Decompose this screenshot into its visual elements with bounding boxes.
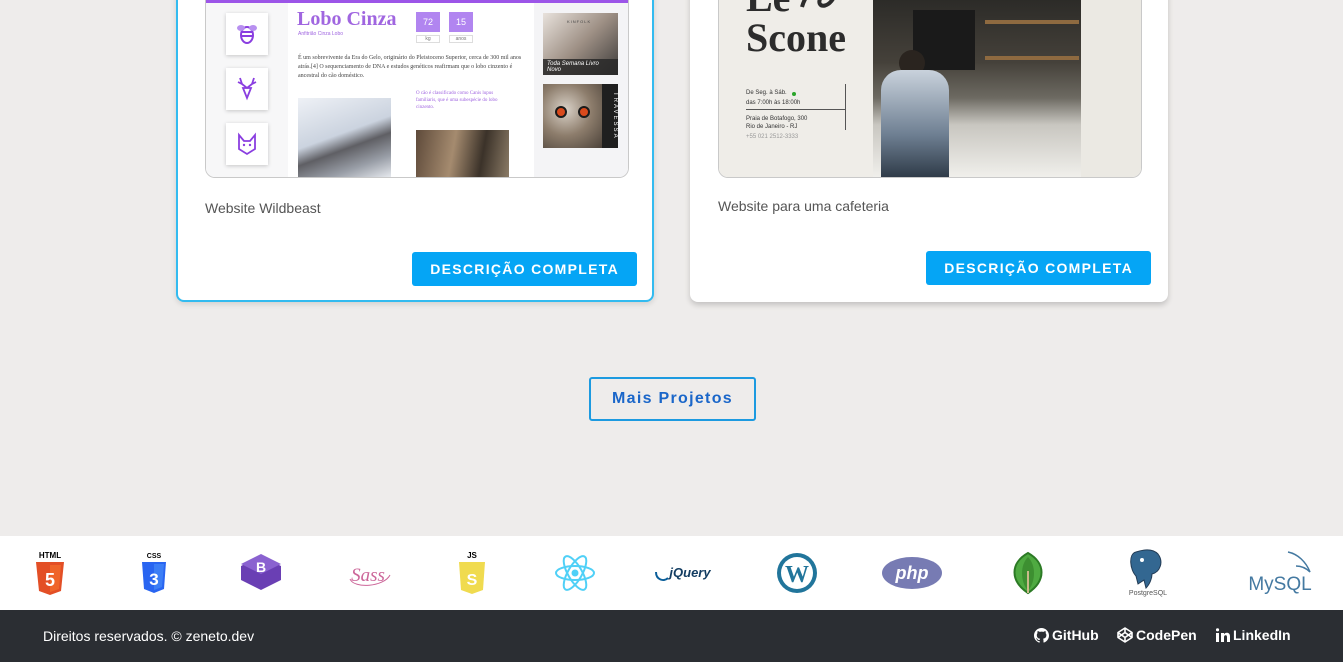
book-image-caption: Toda Semana Livro Novo [543, 59, 618, 75]
shelf [985, 56, 1079, 60]
shelf [985, 20, 1079, 24]
book-image-label: KINFOLK [567, 19, 592, 24]
github-link[interactable]: GitHub [1034, 627, 1099, 643]
sass-icon: Sass [344, 536, 394, 610]
jquery-label: jQuery [667, 565, 711, 580]
project-caption: Website para uma cafeteria [718, 198, 889, 214]
mysql-icon: MySQL [1248, 536, 1318, 610]
stat-weight-label: kg [416, 35, 440, 43]
deer-icon [226, 68, 268, 110]
css3-label: CSS [147, 553, 162, 560]
postgresql-icon: PostgreSQL [1120, 536, 1176, 610]
thumbnail-purple-text: O cão é classificado como Canis lupus fa… [416, 91, 498, 110]
divider [746, 109, 846, 110]
svg-text:3: 3 [149, 570, 158, 589]
bootstrap-label: B [256, 559, 266, 575]
project-card-cafeteria[interactable]: Le Scone De Seg. à Sáb. das 7:00h às 18:… [690, 0, 1168, 302]
cafe-photo [873, 0, 1081, 177]
owl-image: TRAVESSA [543, 84, 618, 148]
thumbnail-sidebar [206, 3, 288, 177]
hours-line-2: das 7:00h às 18:00h [746, 100, 801, 106]
stat-age-value: 15 [449, 12, 473, 32]
css3-icon: CSS 3 [132, 536, 176, 610]
footer: Direitos reservados. © zeneto.dev GitHub… [0, 610, 1343, 662]
address-line-2: Rio de Janeiro - RJ [746, 124, 798, 130]
cat-icon [226, 123, 268, 165]
codepen-label: CodePen [1136, 627, 1197, 643]
svg-text:S: S [467, 572, 478, 589]
owl-eye [578, 106, 590, 118]
github-label: GitHub [1052, 627, 1099, 643]
project-thumbnail[interactable]: Lobo Cinza Anfitrião Cinza Lobo 72 kg 15… [205, 0, 629, 178]
thumbnail-right-column [1081, 0, 1141, 177]
barista [881, 70, 949, 177]
project-card-wildbeast[interactable]: Lobo Cinza Anfitrião Cinza Lobo 72 kg 15… [176, 0, 654, 302]
full-description-button[interactable]: DESCRIÇÃO COMPLETA [926, 251, 1151, 285]
react-icon [552, 536, 598, 610]
thumbnail-info-panel: Le Scone De Seg. à Sáb. das 7:00h às 18:… [719, 0, 873, 177]
stat-age-label: anos [449, 35, 473, 43]
logo-swirl-icon [800, 0, 835, 8]
owl-eye [555, 106, 567, 118]
more-projects-button[interactable]: Mais Projetos [589, 377, 756, 421]
github-icon [1034, 627, 1049, 643]
wordpress-icon: W [774, 536, 820, 610]
bootstrap-icon: B [236, 536, 286, 610]
project-thumbnail[interactable]: Le Scone De Seg. à Sáb. das 7:00h às 18:… [718, 0, 1142, 178]
thumbnail-title: Le Scone [746, 0, 852, 58]
full-description-button[interactable]: DESCRIÇÃO COMPLETA [412, 252, 637, 286]
title-line-2: Scone [746, 15, 846, 60]
jquery-icon: jQuery [654, 536, 716, 610]
javascript-icon: JS S [452, 536, 492, 610]
php-label: php [895, 563, 929, 583]
hours-line-1: De Seg. à Sáb. [746, 90, 787, 96]
phone: +55 021 2512-3333 [746, 134, 799, 140]
tech-logos-strip: HTML 5 CSS 3 B Sass JS S jQuery W php Postg… [0, 536, 1343, 610]
bee-icon [226, 13, 268, 55]
svg-text:W: W [785, 562, 809, 588]
mysql-label: MySQL [1248, 574, 1311, 595]
thumbnail-body-text: É um sobrevivente da Era do Gelo, origin… [298, 55, 522, 79]
linkedin-link[interactable]: LinkedIn [1216, 627, 1291, 643]
codepen-link[interactable]: CodePen [1117, 627, 1197, 643]
javascript-label: JS [467, 551, 477, 560]
open-indicator [792, 92, 796, 96]
copyright-text: Direitos reservados. © zeneto.dev [43, 628, 255, 644]
wolf-image [298, 98, 391, 177]
owl-image-strip: TRAVESSA [602, 84, 618, 148]
codepen-icon [1117, 627, 1133, 643]
html5-icon: HTML 5 [28, 536, 72, 610]
linkedin-icon [1216, 628, 1230, 642]
html5-label: HTML [39, 551, 61, 560]
thumbnail-subtitle: Anfitrião Cinza Lobo [298, 31, 344, 37]
mongodb-icon [1006, 536, 1050, 610]
php-icon: php [880, 536, 944, 610]
address-line-1: Praia de Botafogo, 300 [746, 116, 808, 122]
thumbnail-title: Lobo Cinza [297, 8, 397, 30]
divider-vertical [845, 84, 846, 130]
svg-text:5: 5 [45, 570, 55, 590]
wolves-image [416, 130, 509, 177]
linkedin-label: LinkedIn [1233, 627, 1291, 643]
book-image: KINFOLK Toda Semana Livro Novo [543, 13, 618, 75]
stat-weight-value: 72 [416, 12, 440, 32]
project-caption: Website Wildbeast [205, 200, 321, 216]
postgresql-label: PostgreSQL [1129, 590, 1167, 597]
